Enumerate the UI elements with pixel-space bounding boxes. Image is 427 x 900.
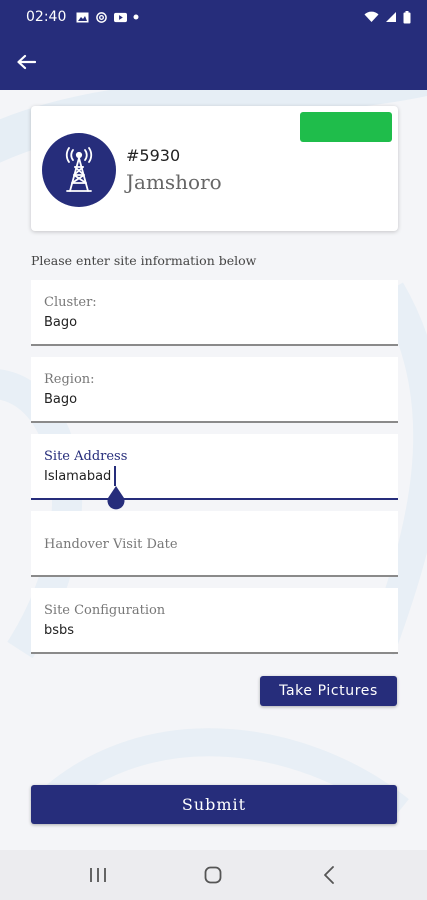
site-id: #5930: [126, 146, 181, 165]
site-configuration-value: bsbs: [44, 623, 75, 638]
cluster-label: Cluster:: [44, 295, 97, 310]
home-button[interactable]: [193, 855, 233, 895]
form-instructions: Please enter site information below: [31, 253, 257, 268]
site-card: #5930 Jamshoro: [31, 106, 398, 231]
back-nav-button[interactable]: [309, 855, 349, 895]
cluster-value: Bago: [44, 315, 78, 330]
text-cursor: [114, 466, 116, 486]
app-bar: [0, 34, 427, 90]
site-address-label: Site Address: [44, 449, 128, 464]
status-badge: [300, 112, 392, 142]
back-button[interactable]: [10, 46, 42, 78]
status-time: 02:40: [26, 9, 67, 25]
back-nav-icon: [324, 866, 335, 884]
status-icons-left: [76, 11, 139, 23]
system-nav-bar: [0, 850, 427, 900]
cursor-handle[interactable]: [106, 486, 126, 510]
signal-icon: [386, 12, 396, 22]
site-address-field[interactable]: Site Address Islamabad: [31, 434, 398, 510]
at-sign-icon: [96, 11, 108, 23]
handover-date-label: Handover Visit Date: [44, 537, 178, 552]
status-bar: 02:40: [0, 0, 427, 34]
site-avatar: [42, 133, 116, 207]
cluster-field[interactable]: Cluster: Bago: [31, 280, 398, 346]
status-icons-right: [364, 10, 411, 24]
battery-icon: [403, 10, 411, 23]
home-icon: [205, 866, 222, 884]
recent-apps-button[interactable]: [78, 855, 118, 895]
site-configuration-field[interactable]: Site Configuration bsbs: [31, 588, 398, 654]
region-value: Bago: [44, 392, 78, 407]
region-label: Region:: [44, 372, 95, 387]
handover-date-field[interactable]: Handover Visit Date: [31, 511, 398, 577]
tower-icon: [65, 147, 93, 192]
youtube-icon: [114, 12, 128, 22]
arrow-left-icon: [17, 54, 36, 70]
image-icon: [76, 12, 89, 22]
dot-icon: [133, 14, 139, 20]
region-field[interactable]: Region: Bago: [31, 357, 398, 423]
recent-apps-icon: [89, 868, 106, 882]
submit-button[interactable]: Submit: [31, 785, 397, 824]
site-configuration-label: Site Configuration: [44, 603, 166, 618]
site-address-value: Islamabad: [44, 469, 112, 484]
wifi-icon: [364, 11, 379, 22]
site-name: Jamshoro: [126, 170, 222, 194]
take-pictures-button[interactable]: Take Pictures: [260, 676, 397, 706]
